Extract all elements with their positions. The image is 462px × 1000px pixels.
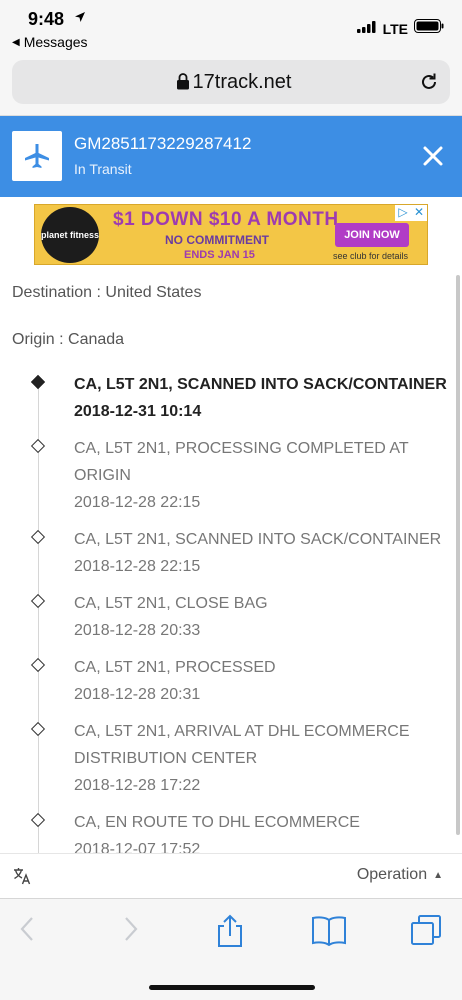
reload-icon[interactable] xyxy=(418,71,440,98)
tracking-timeline: CA, L5T 2N1, SCANNED INTO SACK/CONTAINER… xyxy=(0,366,462,853)
address-bar-area: 17track.net xyxy=(0,54,462,116)
status-bar: 9:48 ◀ Messages LTE xyxy=(0,0,462,54)
bookmarks-icon[interactable] xyxy=(311,914,347,951)
event-description: CA, L5T 2N1, PROCESSED xyxy=(74,659,276,676)
planet-fitness-logo: planet fitness xyxy=(41,207,99,263)
page-scrollbar[interactable] xyxy=(456,275,460,835)
tabs-icon[interactable] xyxy=(410,914,442,951)
event-time: 2018-12-31 10:14 xyxy=(74,403,202,420)
origin-line: Origin : Canada xyxy=(12,331,125,348)
caret-up-icon: ▲ xyxy=(433,869,443,881)
back-to-messages-label: Messages xyxy=(23,34,88,50)
event-description: CA, L5T 2N1, ARRIVAL AT DHL ECOMMERCE DI… xyxy=(74,723,410,767)
ad-headline: $1 DOWN $10 A MONTH xyxy=(113,209,339,230)
event-description: CA, L5T 2N1, CLOSE BAG xyxy=(74,595,268,612)
event-description: CA, L5T 2N1, SCANNED INTO SACK/CONTAINER xyxy=(74,376,447,393)
network-type: LTE xyxy=(382,20,408,37)
destination-line: Destination : United States xyxy=(12,284,202,301)
event-description: CA, L5T 2N1, PROCESSING COMPLETED AT ORI… xyxy=(74,440,409,484)
event-description: CA, EN ROUTE TO DHL ECOMMERCE xyxy=(74,814,360,831)
url-text: 17track.net xyxy=(192,71,292,93)
timeline-dot xyxy=(30,721,46,737)
plane-icon xyxy=(12,131,62,181)
battery-icon xyxy=(414,19,444,38)
event-time: 2018-12-07 17:52 xyxy=(74,841,201,853)
timeline-dot xyxy=(30,529,46,545)
back-triangle-icon: ◀ xyxy=(12,36,20,48)
back-arrow-icon[interactable] xyxy=(18,914,38,949)
event-time: 2018-12-28 20:33 xyxy=(74,622,201,639)
close-icon[interactable] xyxy=(422,145,444,172)
translate-icon[interactable] xyxy=(12,866,32,891)
operation-bar: Operation ▲ xyxy=(0,853,462,898)
ad-choices-icon[interactable]: ▷ xyxy=(395,205,411,221)
home-indicator[interactable] xyxy=(149,985,315,990)
timeline-dot xyxy=(30,438,46,454)
event-description: CA, L5T 2N1, SCANNED INTO SACK/CONTAINER xyxy=(74,531,442,548)
forward-arrow-icon[interactable] xyxy=(120,914,140,949)
share-icon[interactable] xyxy=(214,914,246,953)
event-time: 2018-12-28 20:31 xyxy=(74,686,201,703)
ad-subline: NO COMMITMENT xyxy=(165,233,269,247)
operation-label: Operation xyxy=(356,866,428,883)
ad-banner[interactable]: planet fitness $1 DOWN $10 A MONTH NO CO… xyxy=(34,204,428,265)
tracking-number: GM2851173229287412 xyxy=(74,134,252,153)
event-time: 2018-12-28 17:22 xyxy=(74,777,201,794)
ad-badges: ▷ ✕ xyxy=(395,205,427,221)
signal-icon xyxy=(356,20,377,38)
back-to-messages[interactable]: ◀ Messages xyxy=(12,34,88,50)
ad-ends: ENDS JAN 15 xyxy=(184,249,255,261)
tracking-header: GM2851173229287412 In Transit xyxy=(0,116,462,197)
operation-menu[interactable]: Operation ▲ xyxy=(357,866,443,884)
ad-brand: planet fitness xyxy=(41,229,100,240)
timeline-dot xyxy=(30,812,46,828)
event-time: 2018-12-28 22:15 xyxy=(74,494,201,511)
status-time: 9:48 xyxy=(28,9,65,29)
address-bar[interactable]: 17track.net xyxy=(12,60,450,104)
tracking-status: In Transit xyxy=(74,161,132,177)
ad-join-button[interactable]: JOIN NOW xyxy=(335,223,409,247)
timeline-dot-current xyxy=(30,374,46,390)
ad-close-icon[interactable]: ✕ xyxy=(411,205,427,221)
timeline-dot xyxy=(30,593,46,609)
status-indicators: LTE xyxy=(356,19,444,38)
event-time: 2018-12-28 22:15 xyxy=(74,558,201,575)
ad-note: see club for details xyxy=(333,251,409,261)
location-arrow-icon xyxy=(74,10,86,28)
timeline-dot xyxy=(30,657,46,673)
